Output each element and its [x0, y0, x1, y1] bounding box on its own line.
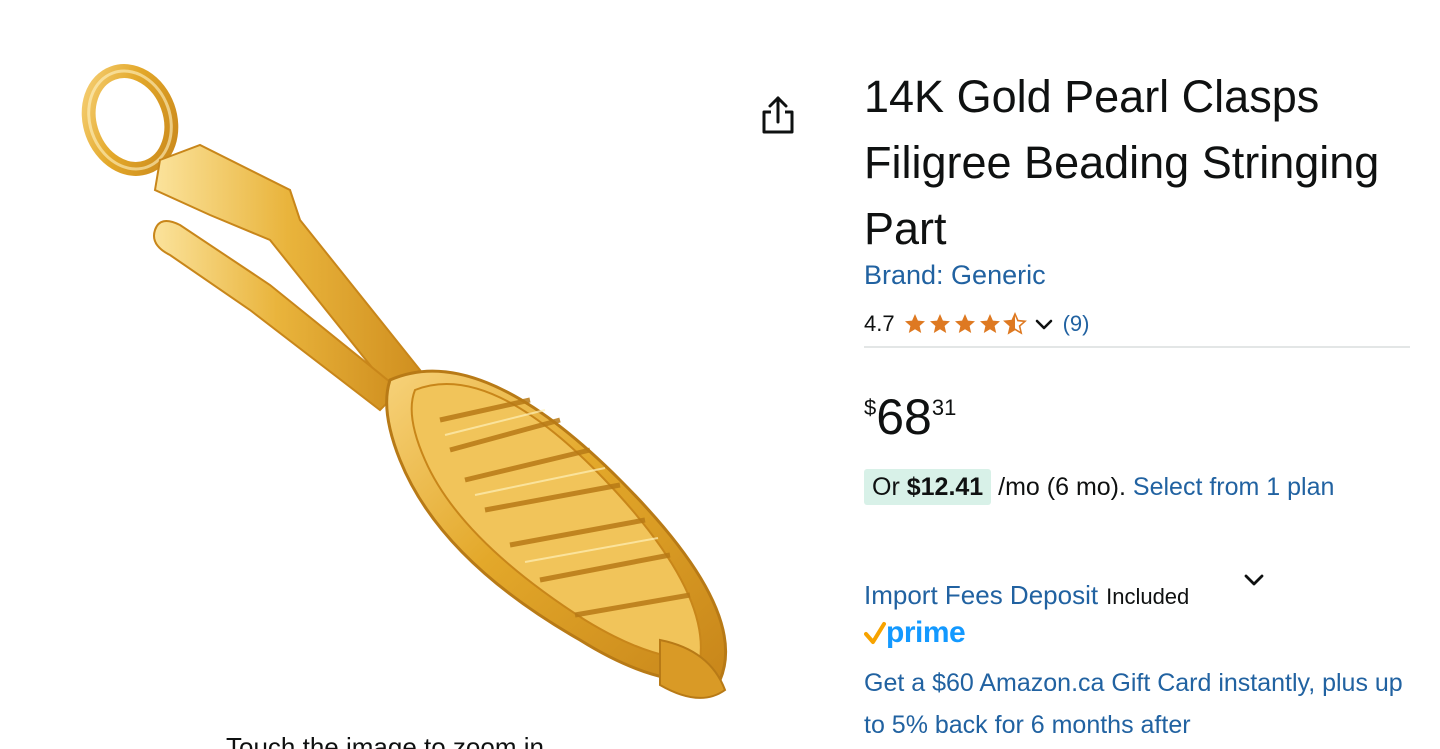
star-rating[interactable]	[903, 312, 1027, 336]
installment-suffix: /mo (6 mo).	[998, 473, 1126, 501]
star-full-icon	[929, 314, 950, 333]
rating-value: 4.7	[864, 311, 895, 336]
brand-link[interactable]: Brand: Generic	[864, 260, 1046, 291]
rating-row[interactable]: 4.7 (9)	[864, 308, 1089, 340]
prime-check-icon	[864, 622, 886, 644]
gift-card-promo-link[interactable]: Get a $60 Amazon.ca Gift Card instantly,…	[864, 662, 1410, 746]
installment-offer: Or $12.41 /mo (6 mo). Select from 1 plan	[864, 466, 1404, 508]
product-title: 14K Gold Pearl Clasps Filigree Beading S…	[864, 71, 1380, 254]
price-symbol: $	[864, 395, 877, 420]
share-button[interactable]	[756, 92, 800, 140]
installment-highlight: Or $12.41	[864, 469, 992, 505]
prime-badge: prime	[864, 616, 966, 650]
prime-label: prime	[886, 616, 966, 649]
import-fees-status: Included	[1106, 584, 1190, 609]
price-whole: 68	[876, 389, 932, 445]
import-fees-row[interactable]: Import Fees Deposit Included	[864, 580, 1189, 611]
divider	[864, 346, 1410, 348]
zoom-hint-text: Touch the image to zoom in	[226, 732, 544, 749]
product-image-area[interactable]: Touch the image to zoom in	[0, 0, 760, 749]
product-image[interactable]	[60, 40, 760, 740]
share-icon	[762, 96, 794, 134]
chevron-down-icon[interactable]	[1033, 313, 1055, 335]
chevron-down-icon[interactable]	[1240, 566, 1268, 594]
price: $ 68 31	[864, 388, 956, 446]
review-count-link[interactable]: (9)	[1063, 311, 1090, 337]
price-fraction: 31	[931, 395, 957, 420]
select-plan-link[interactable]: Select from 1 plan	[1133, 473, 1335, 501]
installment-amount: $12.41	[906, 473, 984, 501]
import-fees-link[interactable]: Import Fees Deposit	[864, 580, 1098, 611]
installment-prefix: Or	[872, 473, 900, 501]
star-full-icon	[979, 314, 1000, 333]
product-detail-page: Touch the image to zoom in 14K Gold Pear…	[0, 0, 1440, 749]
star-half-icon	[1002, 312, 1027, 335]
star-full-icon	[904, 314, 925, 333]
star-full-icon	[954, 314, 975, 333]
